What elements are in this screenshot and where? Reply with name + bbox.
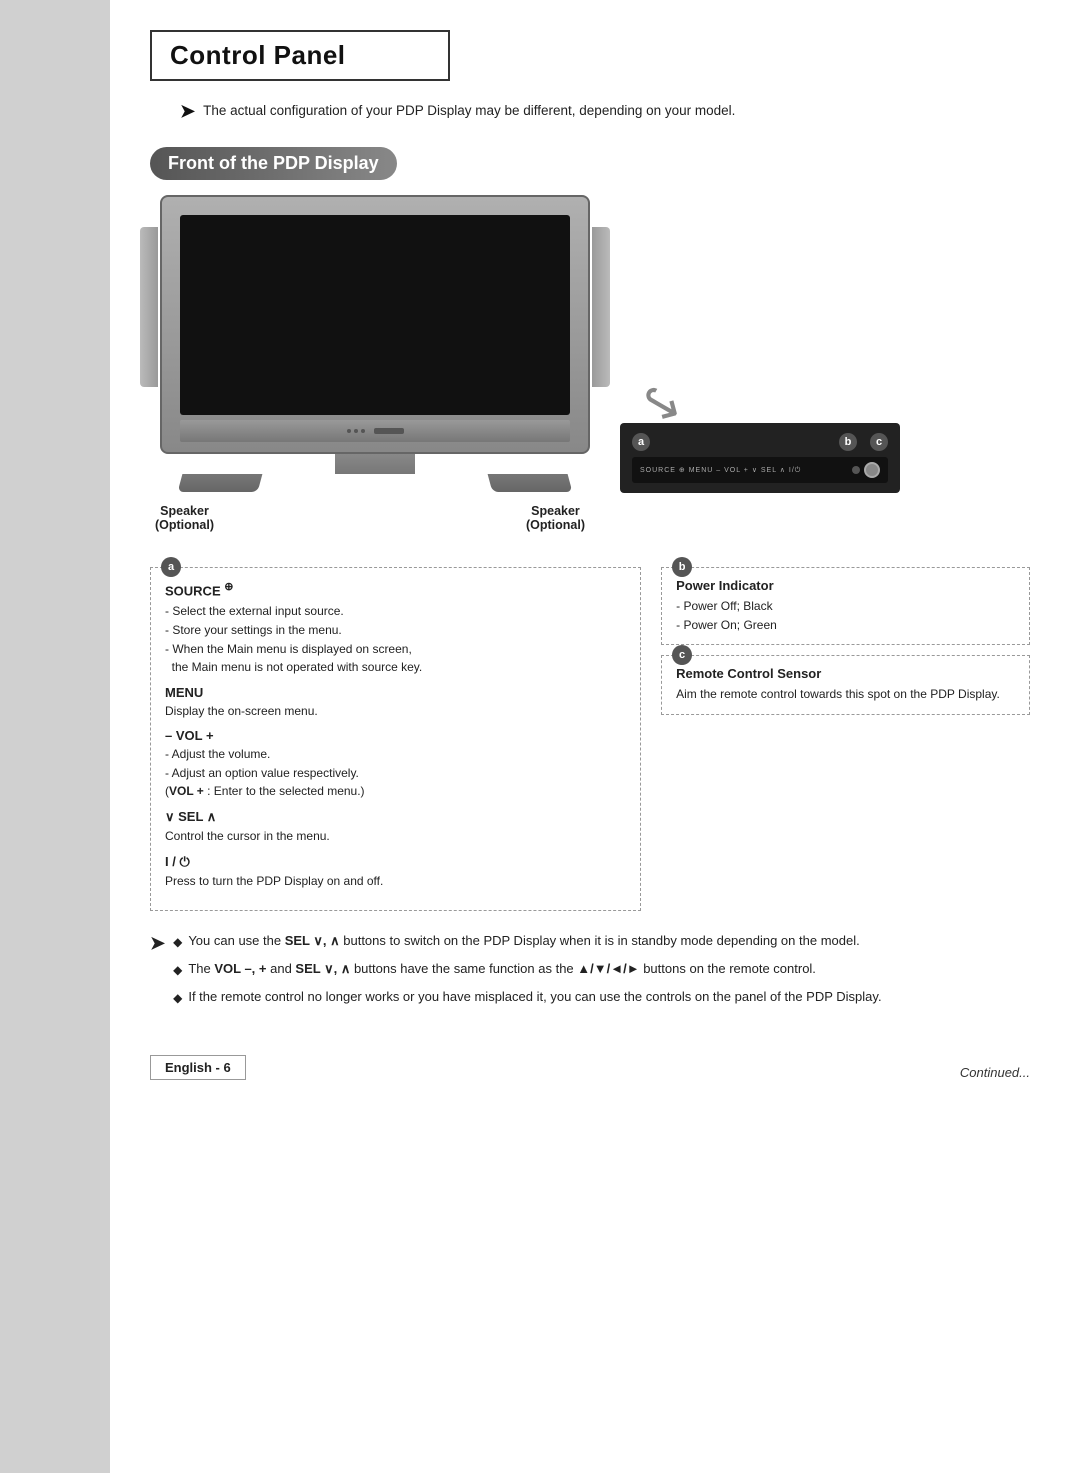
tv-screen	[180, 215, 570, 415]
bullet-item-3: ◆ If the remote control no longer works …	[173, 987, 881, 1007]
tv-speaker-right	[592, 227, 610, 387]
power-indicator-heading: Power Indicator	[676, 578, 1015, 593]
diamond-icon-3: ◆	[173, 989, 182, 1007]
title-bar: Control Panel	[150, 30, 450, 81]
box-label-b: b	[672, 557, 692, 577]
remote-sensor-text: Aim the remote control towards this spot…	[676, 685, 1015, 704]
power-section: I / ⏻ Press to turn the PDP Display on a…	[165, 854, 626, 891]
box-label-c: c	[672, 645, 692, 665]
source-heading: SOURCE ⊕	[165, 580, 626, 598]
note-text: The actual configuration of your PDP Dis…	[203, 101, 735, 121]
bullet-list: ◆ You can use the SEL ∨, ∧ buttons to sw…	[173, 931, 881, 1015]
tv-bottom-strip	[180, 420, 570, 442]
power-indicator-text: - Power Off; Black - Power On; Green	[676, 597, 1015, 634]
tv-dot-2	[354, 429, 358, 433]
tv-neck	[335, 454, 415, 474]
zoom-label-c: c	[870, 433, 888, 451]
vol-section: – VOL + - Adjust the volume. - Adjust an…	[165, 728, 626, 801]
sel-heading: ∨ SEL ∧	[165, 809, 626, 825]
zoom-power-dot	[852, 466, 860, 474]
footer-continued: Continued...	[960, 1065, 1030, 1080]
menu-heading: MENU	[165, 685, 626, 700]
desc-box-c: c Remote Control Sensor Aim the remote c…	[661, 655, 1030, 715]
box-label-a: a	[161, 557, 181, 577]
desc-box-b: b Power Indicator - Power Off; Black - P…	[661, 567, 1030, 645]
vol-heading: – VOL +	[165, 728, 626, 743]
footer: English - 6 Continued...	[150, 1045, 1030, 1080]
main-content: Control Panel ➤ The actual configuration…	[110, 0, 1080, 1110]
description-area: a SOURCE ⊕ - Select the external input s…	[150, 567, 1030, 911]
power-heading: I / ⏻	[165, 854, 626, 870]
diamond-icon-1: ◆	[173, 933, 182, 951]
page-title: Control Panel	[170, 40, 430, 71]
speaker-left-label: Speaker (Optional)	[155, 504, 214, 532]
zoom-panel-top: a b c	[632, 433, 888, 451]
diamond-icon-2: ◆	[173, 961, 182, 979]
tv-dot-1	[347, 429, 351, 433]
desc-box-a: a SOURCE ⊕ - Select the external input s…	[150, 567, 641, 911]
section-title: Front of the PDP Display	[150, 147, 397, 180]
bottom-bullets: ➤ ◆ You can use the SEL ∨, ∧ buttons to …	[150, 931, 1030, 1015]
zoom-label-a: a	[632, 433, 650, 451]
zoom-panel: a b c SOURCE ⊕ MENU – VOL + ∨ SEL ∧ I/⏻	[620, 423, 900, 493]
left-sidebar	[0, 0, 110, 1473]
source-text: - Select the external input source. - St…	[165, 602, 626, 676]
speaker-labels: Speaker (Optional) Speaker (Optional)	[150, 504, 590, 532]
menu-text: Display the on-screen menu.	[165, 702, 626, 721]
sel-section: ∨ SEL ∧ Control the cursor in the menu.	[165, 809, 626, 846]
tv-display-area: Speaker (Optional) Speaker (Optional)	[150, 195, 600, 492]
tv-container	[160, 195, 590, 492]
menu-section: MENU Display the on-screen menu.	[165, 685, 626, 721]
note-line: ➤ The actual configuration of your PDP D…	[180, 101, 1030, 122]
page: Control Panel ➤ The actual configuration…	[0, 0, 1080, 1473]
sel-text: Control the cursor in the menu.	[165, 827, 626, 846]
note-arrow-icon: ➤	[180, 101, 195, 122]
zoom-label-b: b	[839, 433, 857, 451]
speaker-right-label: Speaker (Optional)	[526, 504, 585, 532]
zoom-panel-buttons: SOURCE ⊕ MENU – VOL + ∨ SEL ∧ I/⏻	[632, 457, 888, 483]
source-section: SOURCE ⊕ - Select the external input sou…	[165, 580, 626, 677]
footer-language: English - 6	[150, 1055, 246, 1080]
zoom-power-button	[864, 462, 880, 478]
power-text: Press to turn the PDP Display on and off…	[165, 872, 626, 891]
bullet-arrow-icon: ➤	[150, 933, 165, 954]
remote-sensor-heading: Remote Control Sensor	[676, 666, 1015, 681]
bullet-item-2: ◆ The VOL –, + and SEL ∨, ∧ buttons have…	[173, 959, 881, 979]
tv-foot-left	[178, 474, 263, 492]
tv-foot-right	[488, 474, 573, 492]
bullet-item-1: ◆ You can use the SEL ∨, ∧ buttons to sw…	[173, 931, 881, 951]
desc-box-bc: b Power Indicator - Power Off; Black - P…	[661, 567, 1030, 911]
vol-text: - Adjust the volume. - Adjust an option …	[165, 745, 626, 801]
tv-base	[160, 474, 590, 492]
tv-dot-3	[361, 429, 365, 433]
tv-speaker-left	[140, 227, 158, 387]
tv-frame	[160, 195, 590, 454]
